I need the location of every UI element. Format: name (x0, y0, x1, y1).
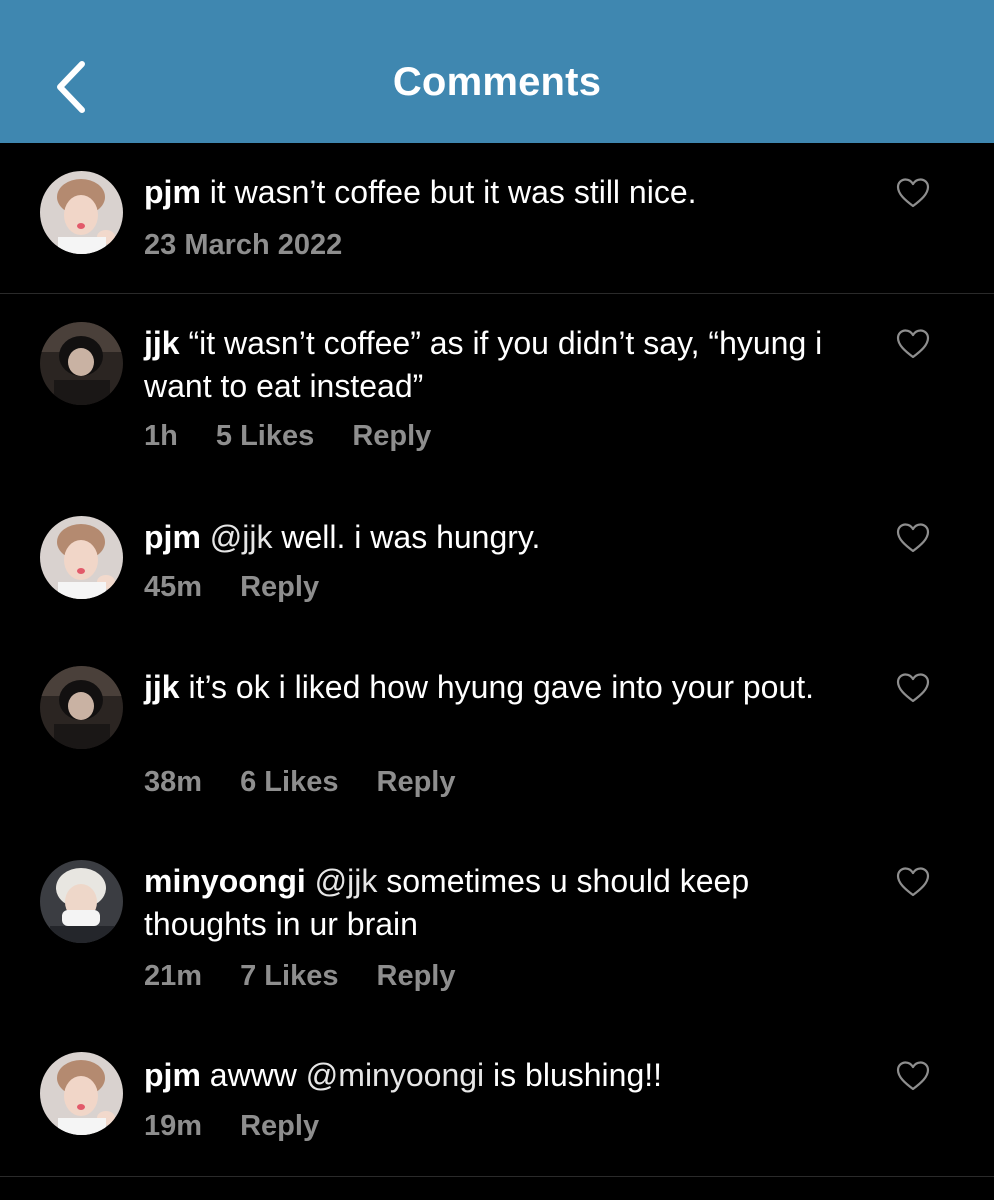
username[interactable]: pjm (144, 1057, 201, 1093)
avatar-image (40, 666, 123, 749)
comment-time: 38m (144, 766, 203, 798)
mention-link[interactable]: @jjk (306, 863, 378, 899)
like-button[interactable] (895, 672, 931, 704)
comment-body-before: awww (200, 1057, 306, 1093)
comment-item: pjm awww @minyoongi is blushing!! 19m Re… (0, 1052, 994, 1162)
heart-outline-icon (896, 329, 930, 359)
reply-button[interactable]: Reply (240, 571, 319, 603)
comment-body: it’s ok i liked how hyung gave into your… (179, 669, 815, 705)
header-bar: Comments (0, 0, 994, 143)
comment-item: jjk it’s ok i liked how hyung gave into … (0, 664, 994, 814)
post-caption: pjm it wasn’t coffee but it was still ni… (0, 143, 994, 294)
avatar[interactable] (40, 666, 123, 749)
avatar[interactable] (40, 860, 123, 943)
mention-link[interactable]: @jjk (201, 519, 273, 555)
likes-count[interactable]: 5 Likes (216, 420, 314, 452)
comment-text: jjk “it wasn’t coffee” as if you didn’t … (144, 322, 844, 408)
comment-time: 21m (144, 960, 203, 992)
comment-body: is blushing!! (484, 1057, 663, 1093)
avatar[interactable] (40, 171, 123, 254)
likes-count[interactable]: 7 Likes (240, 960, 338, 992)
comment-meta: 38m 6 Likes Reply (144, 766, 486, 799)
like-button[interactable] (895, 328, 931, 360)
avatar[interactable] (40, 1052, 123, 1135)
like-button[interactable] (895, 522, 931, 554)
avatar[interactable] (40, 322, 123, 405)
avatar-image (40, 171, 123, 254)
avatar-image (40, 516, 123, 599)
username[interactable]: pjm (144, 174, 201, 210)
comment-text: minyoongi @jjk sometimes u should keep t… (144, 860, 844, 946)
comment-text: pjm awww @minyoongi is blushing!! (144, 1054, 844, 1097)
comment-time: 19m (144, 1110, 203, 1142)
comment-meta: 45m Reply (144, 571, 349, 604)
comment-meta: 19m Reply (144, 1110, 349, 1143)
username[interactable]: jjk (144, 669, 180, 705)
username[interactable]: minyoongi (144, 863, 306, 899)
like-button[interactable] (895, 1060, 931, 1092)
like-button[interactable] (895, 177, 931, 209)
caption-text: pjm it wasn’t coffee but it was still ni… (144, 171, 844, 214)
avatar-image (40, 860, 123, 943)
comment-body: it wasn’t coffee but it was still nice. (200, 174, 697, 210)
username[interactable]: pjm (144, 519, 201, 555)
caption-meta: 23 March 2022 (144, 229, 372, 262)
avatar-image (40, 322, 123, 405)
comments-screen: Comments pjm it wasn’t coffee but it was… (0, 0, 994, 1200)
heart-outline-icon (896, 673, 930, 703)
avatar[interactable] (40, 516, 123, 599)
comment-item: jjk “it wasn’t coffee” as if you didn’t … (0, 318, 994, 468)
comment-time: 45m (144, 571, 203, 603)
username[interactable]: jjk (144, 325, 180, 361)
heart-outline-icon (896, 523, 930, 553)
divider (0, 1176, 994, 1177)
avatar-image (40, 1052, 123, 1135)
heart-outline-icon (896, 1061, 930, 1091)
reply-button[interactable]: Reply (377, 766, 456, 798)
comment-text: pjm @jjk well. i was hungry. (144, 516, 844, 559)
like-button[interactable] (895, 866, 931, 898)
comment-item: pjm @jjk well. i was hungry. 45m Reply (0, 513, 994, 623)
comment-meta: 1h 5 Likes Reply (144, 420, 461, 453)
comment-meta: 21m 7 Likes Reply (144, 960, 486, 993)
caption-date: 23 March 2022 (144, 229, 343, 261)
reply-button[interactable]: Reply (240, 1110, 319, 1142)
comment-text: jjk it’s ok i liked how hyung gave into … (144, 666, 844, 709)
likes-count[interactable]: 6 Likes (240, 766, 338, 798)
comment-body: well. i was hungry. (272, 519, 541, 555)
page-title: Comments (392, 60, 602, 104)
reply-button[interactable]: Reply (352, 420, 431, 452)
heart-outline-icon (896, 867, 930, 897)
heart-outline-icon (896, 178, 930, 208)
reply-button[interactable]: Reply (377, 960, 456, 992)
comment-body: “it wasn’t coffee” as if you didn’t say,… (144, 325, 823, 404)
comment-time: 1h (144, 420, 178, 452)
comment-item: minyoongi @jjk sometimes u should keep t… (0, 858, 994, 1008)
mention-link[interactable]: @minyoongi (306, 1057, 484, 1093)
